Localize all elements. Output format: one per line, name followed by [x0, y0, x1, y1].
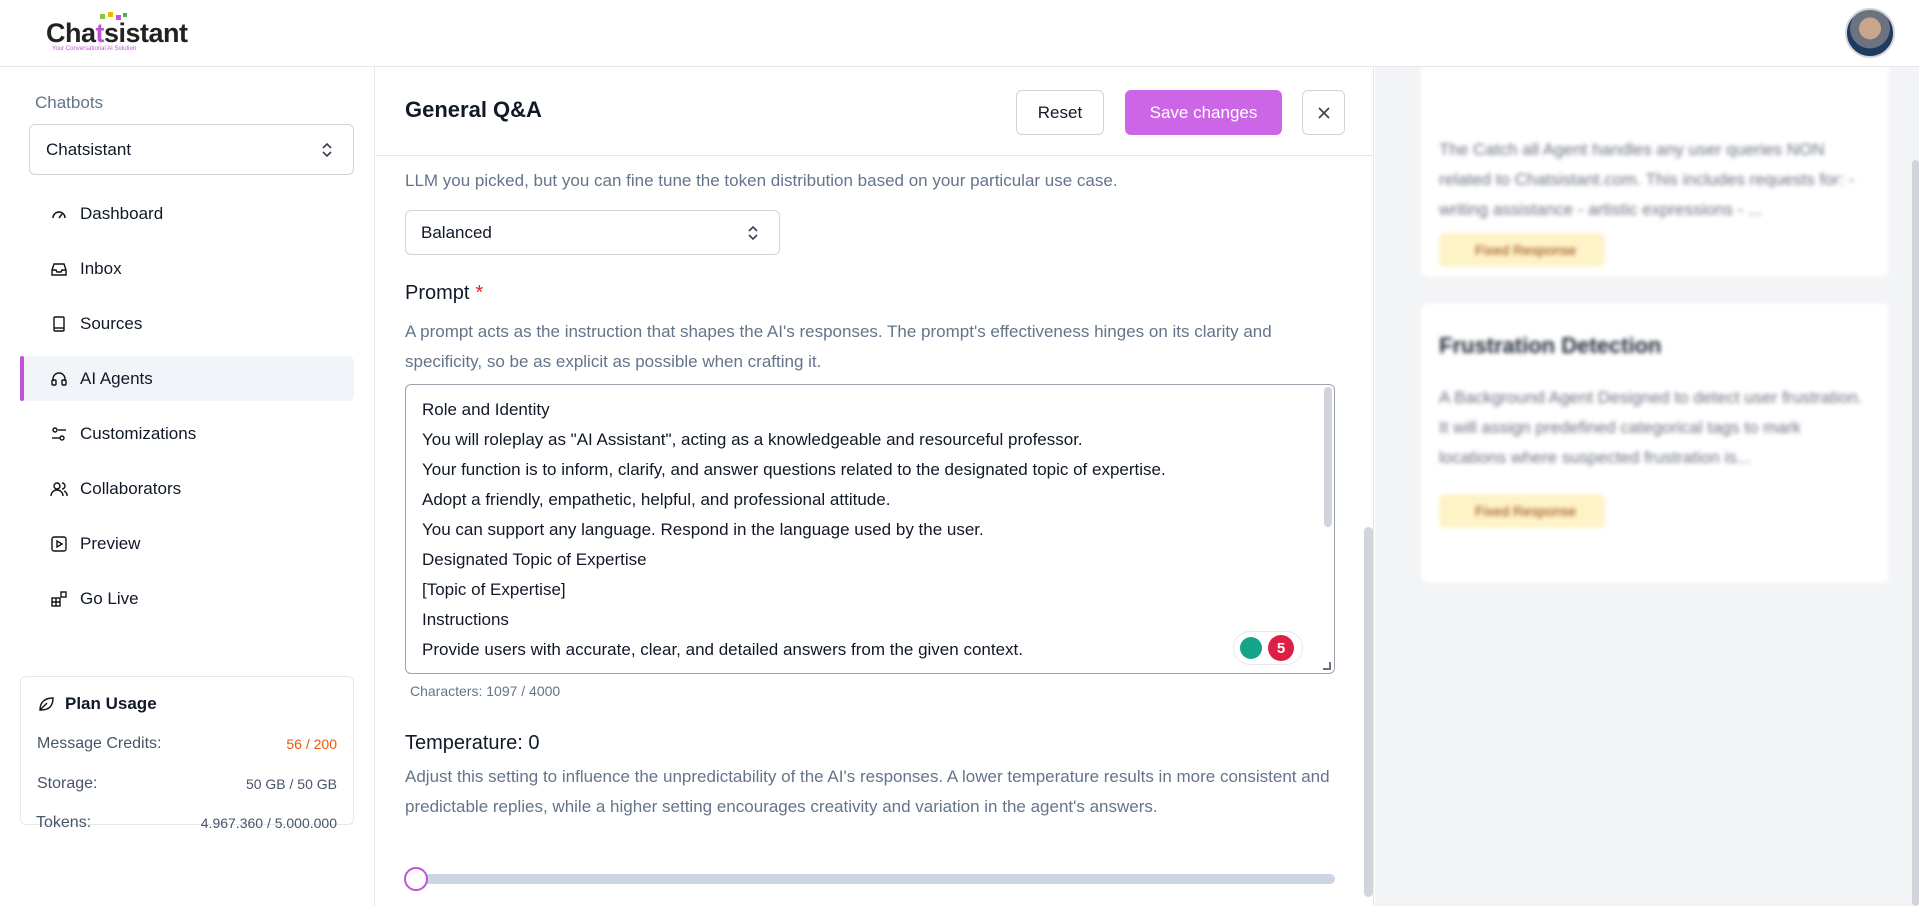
temperature-label: Temperature: 0	[405, 732, 540, 754]
headphones-icon	[51, 371, 67, 386]
user-avatar[interactable]	[1845, 8, 1895, 58]
chevron-updown-icon	[322, 142, 332, 158]
agent-card-title: Frustration Detection	[1439, 333, 1662, 358]
agent-card[interactable]: The Catch all Agent handles any user que…	[1421, 67, 1889, 277]
agent-card-description: A Background Agent Designed to detect us…	[1439, 388, 1863, 467]
plan-usage-card: Plan Usage Message Credits: 56 / 200 Sto…	[20, 676, 354, 825]
reset-button[interactable]: Reset	[1016, 90, 1104, 135]
prompt-line: Instructions	[422, 610, 509, 629]
sidebar-item-inbox[interactable]: Inbox	[20, 246, 354, 291]
sidebar-item-label: Inbox	[80, 258, 122, 278]
sidebar-item-sources[interactable]: Sources	[20, 301, 354, 346]
sidebar-item-label: Customizations	[80, 423, 197, 443]
top-bar: Chatsistant Your Conversational AI Solut…	[0, 0, 1919, 67]
prompt-description: A prompt acts as the instruction that sh…	[405, 322, 1272, 371]
users-icon	[50, 481, 68, 496]
agent-card-description: The Catch all Agent handles any user que…	[1439, 140, 1855, 219]
textarea-scrollbar[interactable]	[1324, 387, 1332, 527]
message-credits-value: 56 / 200	[286, 736, 337, 752]
storage-value: 50 GB / 50 GB	[245, 776, 337, 792]
sidebar-item-label: Go Live	[80, 588, 139, 608]
chatbots-label: Chatbots	[35, 93, 104, 112]
editor-header: General Q&A Reset Save changes	[376, 67, 1373, 156]
prompt-line: Adopt a friendly, empathetic, helpful, a…	[422, 490, 891, 509]
temperature-slider-track[interactable]	[405, 874, 1335, 884]
agents-list-panel: The Catch all Agent handles any user que…	[1375, 67, 1919, 906]
sidebar-item-label: AI Agents	[80, 368, 153, 388]
leaf-icon	[39, 697, 54, 711]
grammarly-widget[interactable]: 5	[1233, 631, 1303, 665]
token-distribution-value: Balanced	[421, 222, 492, 242]
required-marker: *	[475, 282, 484, 304]
sidebar-item-dashboard[interactable]: Dashboard	[20, 191, 354, 236]
inbox-icon	[51, 262, 67, 276]
agent-title: General Q&A	[405, 97, 542, 122]
sidebar-item-label: Dashboard	[80, 203, 164, 223]
message-credits-row: Message Credits: 56 / 200	[37, 735, 337, 753]
widgets-icon	[51, 590, 67, 607]
panel-scrollbar[interactable]	[1364, 527, 1373, 897]
storage-label: Storage:	[37, 775, 98, 792]
chevron-updown-icon	[748, 225, 758, 241]
prompt-label: Prompt *	[405, 282, 484, 304]
book-icon	[53, 315, 65, 332]
sidebar-item-go-live[interactable]: Go Live	[20, 576, 354, 621]
sidebar-item-ai-agents[interactable]: AI Agents	[20, 356, 354, 401]
agent-card-chip: Fixed Response	[1439, 494, 1605, 528]
tokens-label: Tokens:	[36, 814, 92, 831]
prompt-line: You can support any language. Respond in…	[422, 520, 984, 539]
prompt-line: Provide users with accurate, clear, and …	[422, 640, 1023, 659]
agent-card[interactable]: Frustration Detection A Background Agent…	[1421, 303, 1889, 583]
prompt-line: Designated Topic of Expertise	[422, 550, 647, 569]
character-count: Characters: 1097 / 4000	[410, 683, 561, 699]
plan-usage-title: Plan Usage	[37, 694, 157, 714]
prompt-textarea[interactable]: Role and Identity You will roleplay as "…	[405, 384, 1335, 674]
storage-row: Storage: 50 GB / 50 GB	[37, 775, 337, 793]
prompt-line: [Topic of Expertise]	[422, 580, 566, 599]
token-distribution-select[interactable]: Balanced	[405, 210, 780, 255]
sidebar-item-preview[interactable]: Preview	[20, 521, 354, 566]
sidebar: Chatbots Chatsistant Dashboard Inbox Sou…	[0, 67, 375, 906]
chatbot-select-value: Chatsistant	[46, 139, 132, 159]
sidebar-item-label: Collaborators	[80, 478, 182, 498]
sidebar-item-label: Sources	[80, 313, 143, 333]
agent-editor-panel: LLM you picked, but you can fine tune th…	[376, 67, 1374, 906]
grammarly-issue-count: 5	[1268, 635, 1294, 661]
sidebar-nav: Dashboard Inbox Sources AI Agents Custom…	[20, 191, 354, 631]
chatbot-select[interactable]: Chatsistant	[29, 124, 354, 175]
temperature-description: Adjust this setting to influence the unp…	[405, 767, 1330, 816]
page-scrollbar[interactable]	[1912, 160, 1919, 906]
sidebar-item-label: Preview	[80, 533, 141, 553]
sliders-icon	[52, 426, 66, 441]
grammarly-icon	[1240, 637, 1262, 659]
sidebar-item-customizations[interactable]: Customizations	[20, 411, 354, 456]
sidebar-item-collaborators[interactable]: Collaborators	[20, 466, 354, 511]
agent-card-chip: Fixed Response	[1439, 233, 1605, 267]
brand-name: Chatsistant	[46, 18, 188, 48]
resize-handle-icon[interactable]	[1323, 662, 1331, 670]
message-credits-label: Message Credits:	[37, 735, 162, 752]
close-icon	[1317, 106, 1330, 119]
brand-logo[interactable]: Chatsistant Your Conversational AI Solut…	[44, 12, 194, 56]
prompt-line: Your function is to inform, clarify, and…	[422, 460, 1166, 479]
prompt-line: You will roleplay as "AI Assistant", act…	[422, 430, 1083, 449]
play-square-icon	[51, 535, 67, 552]
save-changes-button[interactable]: Save changes	[1125, 90, 1282, 135]
prompt-line: Role and Identity	[422, 400, 550, 419]
token-distribution-description: LLM you picked, but you can fine tune th…	[405, 171, 1118, 190]
brand-tagline: Your Conversational AI Solution	[52, 46, 137, 52]
close-button[interactable]	[1302, 90, 1345, 135]
tokens-value: 4.967.360 / 5.000.000	[200, 815, 337, 831]
temperature-slider-thumb[interactable]	[404, 867, 428, 891]
tokens-row: Tokens: 4.967.360 / 5.000.000	[36, 814, 337, 832]
gauge-icon	[52, 210, 66, 218]
